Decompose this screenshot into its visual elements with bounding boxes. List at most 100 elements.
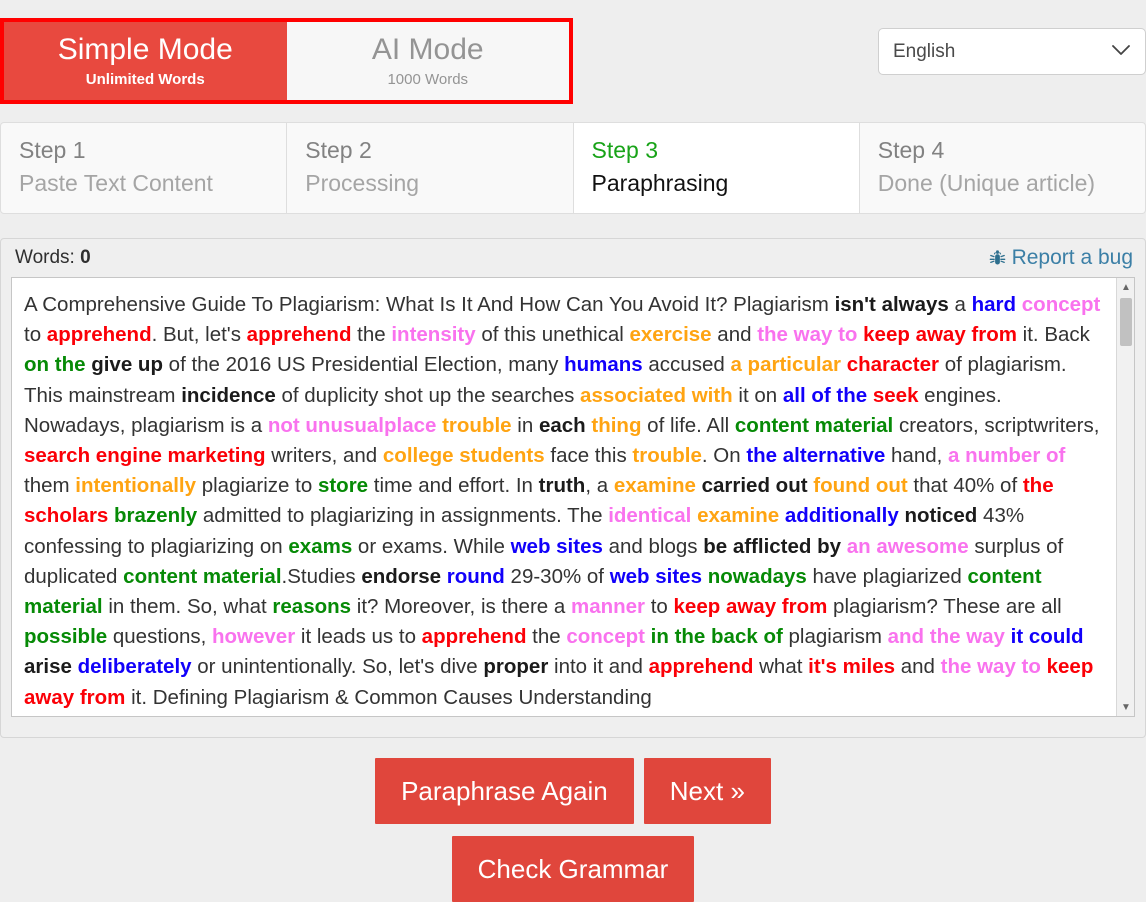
highlight-word: trouble <box>632 444 702 468</box>
highlight-word: seek <box>872 383 919 407</box>
highlight-word: character <box>846 353 939 377</box>
highlight-word: web sites <box>510 534 603 558</box>
highlight-word: intentionally <box>75 474 197 498</box>
step-item-3-number: Step 3 <box>591 137 659 163</box>
paraphrase-again-button[interactable]: Paraphrase Again <box>375 758 634 824</box>
highlight-word: identical <box>608 504 692 528</box>
highlight-word: apprehend <box>46 323 152 347</box>
text-area-scrollbar[interactable]: ▲ ▼ <box>1116 278 1134 716</box>
highlight-word: examine <box>697 504 780 528</box>
step-item-2-label: Processing <box>305 170 420 196</box>
highlight-word: found out <box>813 474 908 498</box>
highlight-word: and the way <box>887 625 1005 649</box>
step-item-1-label: Paste Text Content <box>19 170 213 196</box>
highlight-word: nowadays <box>707 564 807 588</box>
language-select[interactable]: English <box>878 28 1146 75</box>
highlight-word: the alternative <box>746 444 886 468</box>
highlight-word: carried out <box>701 474 808 498</box>
highlight-word: examine <box>613 474 696 498</box>
mode-option-ai[interactable]: AI Mode 1000 Words <box>286 22 569 100</box>
highlight-word: humans <box>564 353 643 377</box>
paraphrased-text-area[interactable]: A Comprehensive Guide To Plagiarism: Wha… <box>11 277 1135 717</box>
step-item-3-label: Paraphrasing <box>591 170 729 196</box>
scroll-up-button[interactable]: ▲ <box>1117 278 1134 296</box>
word-count: Words: 0 <box>15 247 91 269</box>
highlight-word: each <box>538 413 586 437</box>
highlight-word: trouble <box>442 413 512 437</box>
step-item-3[interactable]: Step 3 Paraphrasing <box>573 123 860 213</box>
highlight-word: give up <box>91 353 163 377</box>
highlight-word: intensity <box>391 323 476 347</box>
scrollbar-thumb[interactable] <box>1120 298 1132 346</box>
highlight-word: search engine marketing <box>24 444 266 468</box>
highlight-word: it's miles <box>808 655 896 679</box>
highlight-word: noticed <box>904 504 978 528</box>
highlight-word: on the <box>24 353 86 377</box>
step-item-2-number: Step 2 <box>305 137 372 163</box>
highlight-word: proper <box>483 655 549 679</box>
highlight-word: thing <box>591 413 642 437</box>
mode-option-simple[interactable]: Simple Mode Unlimited Words <box>4 22 287 100</box>
mode-switch: Simple Mode Unlimited Words AI Mode 1000… <box>0 18 573 104</box>
highlight-word: hard <box>971 293 1017 316</box>
highlight-word: arise <box>24 655 72 679</box>
highlight-word: an awesome <box>846 534 969 558</box>
highlight-word: truth <box>538 474 586 498</box>
report-a-bug-label: Report a bug <box>1011 246 1133 269</box>
step-item-2[interactable]: Step 2 Processing <box>287 123 574 213</box>
step-item-4-label: Done (Unique article) <box>877 170 1096 196</box>
highlight-word: web sites <box>609 564 702 588</box>
highlight-word: possible <box>24 625 108 649</box>
highlight-word: content material <box>123 564 282 588</box>
next-button[interactable]: Next » <box>643 758 771 824</box>
scroll-down-button[interactable]: ▼ <box>1117 698 1134 716</box>
highlight-word: the way to <box>757 323 858 347</box>
highlight-word: incidence <box>181 383 276 407</box>
step-item-4-number: Step 4 <box>877 137 945 163</box>
highlight-word: exercise <box>629 323 712 347</box>
step-item-4[interactable]: Step 4 Done (Unique article) <box>860 123 1145 213</box>
secondary-actions-row: Check Grammar <box>0 836 1146 902</box>
paraphrased-text-content[interactable]: A Comprehensive Guide To Plagiarism: Wha… <box>12 278 1134 716</box>
editor-toolbar: Words: 0 Report a bug <box>1 239 1145 277</box>
highlight-word: manner <box>570 595 646 619</box>
mode-option-ai-subtitle: 1000 Words <box>387 70 469 88</box>
highlight-word: a particular <box>730 353 841 377</box>
language-select-wrapper: English <box>878 28 1146 75</box>
highlight-word: it could <box>1010 625 1084 649</box>
editor-panel: Words: 0 Report a bug A Comprehensive Gu… <box>0 238 1146 738</box>
word-count-label: Words: <box>15 247 75 268</box>
highlight-word: college students <box>382 444 545 468</box>
highlight-word: deliberately <box>77 655 192 679</box>
highlight-word: endorse <box>361 564 442 588</box>
mode-option-simple-subtitle: Unlimited Words <box>85 70 205 88</box>
highlight-word: round <box>446 564 505 588</box>
highlight-word: concept <box>566 625 645 649</box>
bug-icon <box>989 249 1006 267</box>
highlight-word: exams <box>288 534 353 558</box>
mode-option-simple-title: Simple Mode <box>57 32 233 66</box>
highlight-word: be afflicted by <box>703 534 842 558</box>
check-grammar-button[interactable]: Check Grammar <box>451 836 695 902</box>
highlight-word: in the back of <box>650 625 783 649</box>
highlight-word: the way to <box>940 655 1041 679</box>
highlight-word: keep away from <box>673 595 828 619</box>
highlight-word: apprehend <box>648 655 754 679</box>
highlight-word: store <box>317 474 369 498</box>
primary-actions-row: Paraphrase Again Next » <box>0 758 1146 824</box>
mode-option-ai-title: AI Mode <box>371 32 484 66</box>
highlight-word: concept <box>1021 293 1101 316</box>
highlight-word: however <box>212 625 296 649</box>
highlight-word: content material <box>734 413 894 437</box>
highlight-word: apprehend <box>421 625 527 649</box>
highlight-word: a number of <box>948 444 1066 468</box>
highlight-word: isn't always <box>834 293 949 316</box>
highlight-word: brazenly <box>114 504 198 528</box>
step-progress-bar: Step 1 Paste Text Content Step 2 Process… <box>0 122 1146 214</box>
report-a-bug-link[interactable]: Report a bug <box>989 246 1133 270</box>
step-item-1[interactable]: Step 1 Paste Text Content <box>1 123 288 213</box>
highlight-word: additionally <box>784 504 899 528</box>
highlight-word: not unusualplace <box>267 413 437 437</box>
word-count-value: 0 <box>80 247 91 268</box>
highlight-word: all of the <box>782 383 868 407</box>
